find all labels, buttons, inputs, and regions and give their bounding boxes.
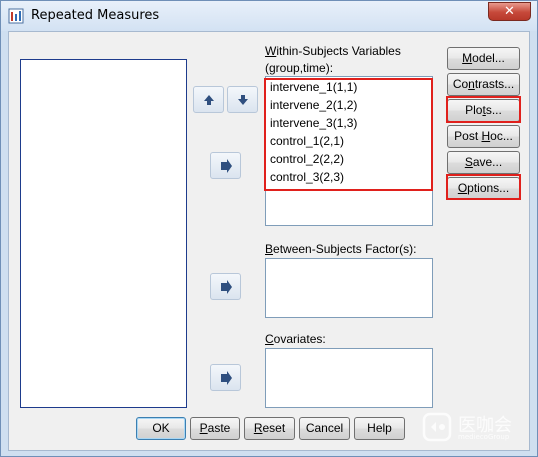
arrow-up-icon: [204, 95, 214, 105]
watermark: 医咖会 mediecoGroup: [422, 409, 532, 445]
covariates-label: Covariates:: [265, 332, 326, 346]
watermark-logo-icon: [422, 412, 452, 442]
dialog-body: Within-Subjects Variables (group,time): …: [8, 31, 530, 451]
watermark-subtext: mediecoGroup: [458, 433, 510, 441]
window-title: Repeated Measures: [31, 8, 160, 23]
arrow-down-icon: [238, 95, 248, 105]
save-button[interactable]: Save...: [447, 151, 520, 174]
options-highlight: [446, 174, 521, 200]
move-to-between-button[interactable]: [210, 273, 241, 300]
ok-button[interactable]: OK: [136, 417, 186, 440]
within-subjects-label: Within-Subjects Variables: [265, 44, 401, 58]
plots-highlight: [446, 96, 521, 123]
close-button[interactable]: ✕: [488, 2, 531, 21]
within-subjects-sublabel: (group,time):: [265, 61, 334, 75]
arrow-right-icon: [221, 371, 232, 385]
between-subjects-label: Between-Subjects Factor(s):: [265, 242, 417, 256]
arrow-right-icon: [221, 280, 232, 294]
close-icon: ✕: [504, 4, 515, 19]
help-button[interactable]: Help: [354, 417, 405, 440]
move-to-within-button[interactable]: [210, 152, 241, 179]
cancel-button[interactable]: Cancel: [299, 417, 350, 440]
move-up-button[interactable]: [193, 86, 224, 113]
move-to-covariates-button[interactable]: [210, 364, 241, 391]
arrow-right-icon: [221, 159, 232, 173]
post-hoc-button[interactable]: Post Hoc...: [447, 125, 520, 148]
between-subjects-list[interactable]: [265, 258, 433, 318]
source-variable-list[interactable]: [20, 59, 187, 408]
move-down-button[interactable]: [227, 86, 258, 113]
within-items-highlight: [264, 78, 433, 191]
paste-button[interactable]: Paste: [190, 417, 240, 440]
title-bar: Repeated Measures ✕: [1, 1, 537, 31]
covariates-list[interactable]: [265, 348, 433, 408]
repeated-measures-dialog: Repeated Measures ✕ Within-Subjects Vari…: [0, 0, 538, 457]
reset-button[interactable]: Reset: [244, 417, 295, 440]
contrasts-button[interactable]: Contrasts...: [447, 73, 520, 96]
model-button[interactable]: Model...: [447, 47, 520, 70]
spss-app-icon: [8, 8, 24, 24]
